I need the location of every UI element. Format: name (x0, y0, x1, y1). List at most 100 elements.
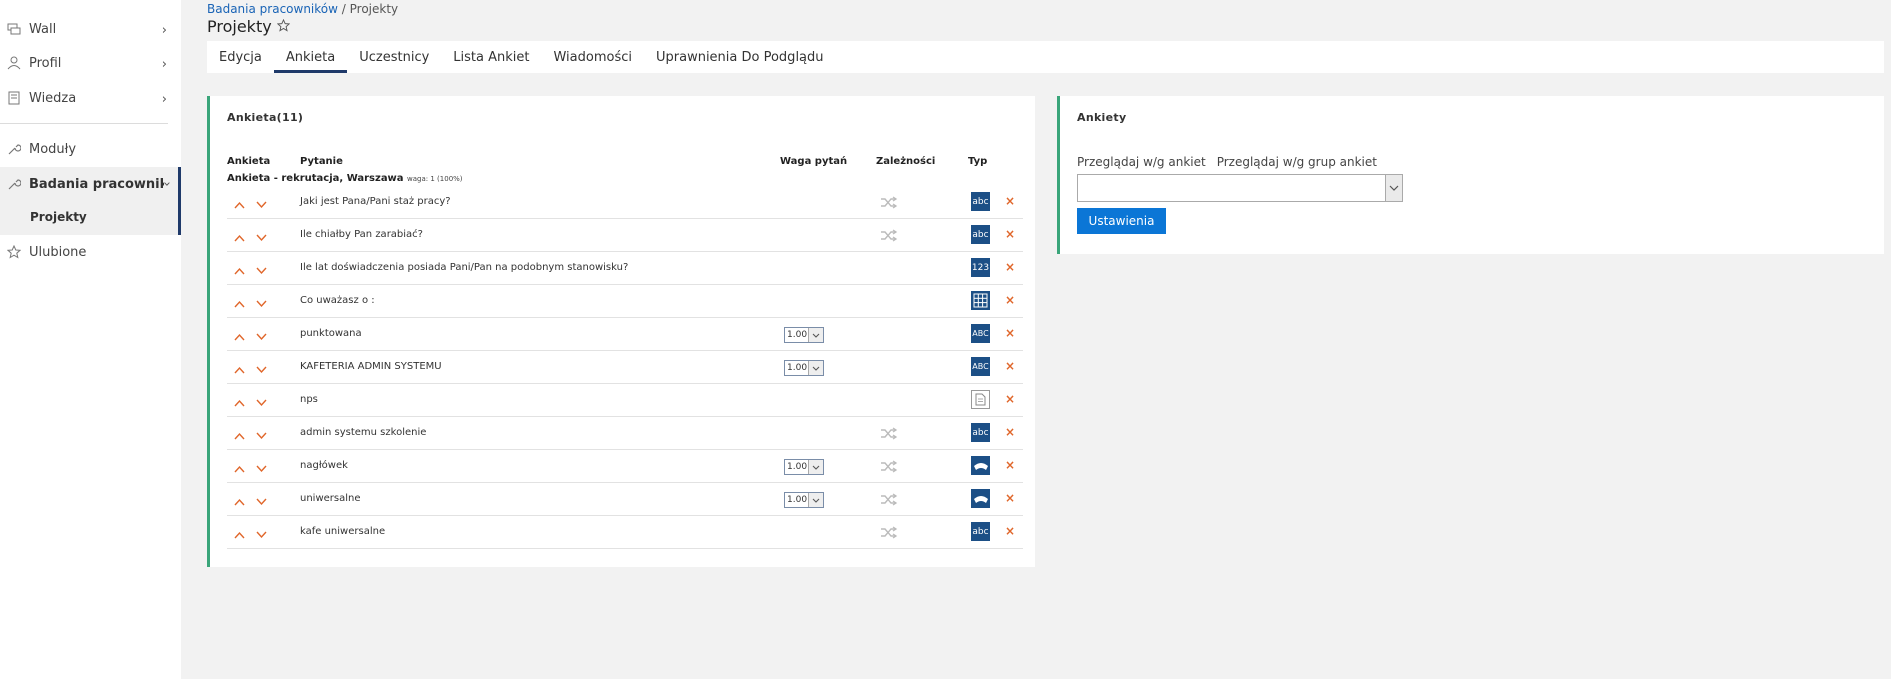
sidebar-item-wiedza[interactable]: Wiedza › (0, 81, 181, 115)
page-title-text: Projekty (207, 17, 272, 36)
delete-icon[interactable]: × (1005, 227, 1015, 241)
tab-uprawnienia[interactable]: Uprawnienia Do Podglądu (644, 41, 836, 73)
dependencies-shuffle-icon[interactable] (880, 524, 898, 543)
breadcrumb-link[interactable]: Badania pracowników (207, 2, 338, 16)
sidebar-item-label: Badania pracowników (29, 176, 164, 192)
weight-select[interactable]: 1.00 (784, 360, 824, 376)
move-up-icon[interactable] (234, 227, 245, 246)
move-up-icon[interactable] (234, 326, 245, 345)
sidebar-item-wall[interactable]: Wall › (0, 12, 181, 46)
delete-icon[interactable]: × (1005, 194, 1015, 208)
chevron-right-icon: › (161, 23, 167, 38)
move-down-icon[interactable] (256, 359, 267, 378)
column-header-type: Typ (968, 156, 988, 167)
delete-icon[interactable]: × (1005, 260, 1015, 274)
delete-icon[interactable]: × (1005, 491, 1015, 505)
sidebar-item-badania[interactable]: Badania pracowników › (0, 167, 181, 201)
table-row: Jaki jest Pana/Pani staż pracy? abc × (227, 186, 1023, 219)
move-up-icon[interactable] (234, 194, 245, 213)
move-up-icon[interactable] (234, 524, 245, 543)
survey-panel: Ankieta(11) Ankieta Pytanie Waga pytań Z… (207, 96, 1035, 567)
table-row: Ile chiałby Pan zarabiać? abc × (227, 219, 1023, 252)
dependencies-shuffle-icon[interactable] (880, 425, 898, 444)
question-text: nps (300, 394, 318, 405)
move-up-icon[interactable] (234, 392, 245, 411)
column-header-survey: Ankieta (227, 156, 271, 167)
move-down-icon[interactable] (256, 425, 267, 444)
move-up-icon[interactable] (234, 260, 245, 279)
delete-icon[interactable]: × (1005, 326, 1015, 340)
tab-ankieta[interactable]: Ankieta (273, 41, 348, 73)
move-up-icon[interactable] (234, 359, 245, 378)
chevron-right-icon: › (161, 57, 167, 72)
move-down-icon[interactable] (256, 194, 267, 213)
sidebar-item-label: Moduły (29, 141, 77, 157)
chevron-down-icon[interactable] (1385, 175, 1402, 201)
move-up-icon[interactable] (234, 425, 245, 444)
type-scale-icon (971, 456, 990, 475)
sidebar-item-ulubione[interactable]: Ulubione (0, 235, 181, 269)
browse-by-group-link[interactable]: Przeglądaj w/g grup ankiet (1217, 155, 1377, 169)
weight-select[interactable]: 1.00 (784, 459, 824, 475)
dependencies-shuffle-icon[interactable] (880, 491, 898, 510)
move-down-icon[interactable] (256, 524, 267, 543)
weight-value: 1.00 (787, 495, 808, 505)
breadcrumb: Badania pracowników / Projekty (207, 2, 398, 16)
question-text: Ile chiałby Pan zarabiać? (300, 229, 423, 240)
weight-value: 1.00 (787, 330, 808, 340)
sidebar-item-moduly[interactable]: Moduły (0, 132, 181, 166)
survey-select[interactable] (1077, 174, 1403, 202)
chevron-down-icon (808, 328, 823, 342)
sidebar-subitem-projekty[interactable]: Projekty (30, 210, 87, 224)
tab-uczestnicy[interactable]: Uczestnicy (347, 41, 441, 73)
sidebar-item-profil[interactable]: Profil › (0, 46, 181, 80)
tab-wiadomosci[interactable]: Wiadomości (541, 41, 644, 73)
sidebar-divider (0, 123, 168, 124)
sidebar-item-label: Wiedza (29, 90, 77, 106)
table-row: Co uważasz o : × (227, 285, 1023, 318)
delete-icon[interactable]: × (1005, 293, 1015, 307)
move-up-icon[interactable] (234, 293, 245, 312)
column-header-question: Pytanie (300, 156, 343, 167)
survey-group-title: Ankieta - rekrutacja, Warszawa waga: 1 (… (227, 173, 463, 184)
table-row: nps × (227, 384, 1023, 417)
move-down-icon[interactable] (256, 392, 267, 411)
delete-icon[interactable]: × (1005, 425, 1015, 439)
chevron-down-icon (808, 361, 823, 375)
table-row: kafe uniwersalne abc × (227, 516, 1023, 549)
wrench-icon (6, 176, 22, 192)
move-down-icon[interactable] (256, 227, 267, 246)
move-down-icon[interactable] (256, 458, 267, 477)
move-down-icon[interactable] (256, 260, 267, 279)
move-down-icon[interactable] (256, 293, 267, 312)
favorite-star-icon[interactable] (276, 17, 290, 36)
question-text: Jaki jest Pana/Pani staż pracy? (300, 196, 451, 207)
tab-lista-ankiet[interactable]: Lista Ankiet (441, 41, 541, 73)
tab-edycja[interactable]: Edycja (207, 41, 274, 73)
dependencies-shuffle-icon[interactable] (880, 194, 898, 213)
delete-icon[interactable]: × (1005, 359, 1015, 373)
delete-icon[interactable]: × (1005, 392, 1015, 406)
sidebar-item-label: Ulubione (29, 244, 87, 260)
weight-select[interactable]: 1.00 (784, 492, 824, 508)
question-text: admin systemu szkolenie (300, 427, 427, 438)
delete-icon[interactable]: × (1005, 458, 1015, 472)
delete-icon[interactable]: × (1005, 524, 1015, 538)
type-document-icon (971, 390, 990, 409)
move-down-icon[interactable] (256, 326, 267, 345)
dependencies-shuffle-icon[interactable] (880, 458, 898, 477)
browse-by-survey-link[interactable]: Przeglądaj w/g ankiet (1077, 155, 1206, 169)
weight-select[interactable]: 1.00 (784, 327, 824, 343)
move-up-icon[interactable] (234, 458, 245, 477)
move-down-icon[interactable] (256, 491, 267, 510)
survey-group-weight: waga: 1 (100%) (407, 175, 463, 183)
dependencies-shuffle-icon[interactable] (880, 227, 898, 246)
settings-button[interactable]: Ustawienia (1077, 208, 1166, 234)
table-row: Ile lat doświadczenia posiada Pani/Pan n… (227, 252, 1023, 285)
move-up-icon[interactable] (234, 491, 245, 510)
surveys-panel: Ankiety Przeglądaj w/g ankiet Przeglądaj… (1057, 96, 1884, 254)
table-row: punktowana 1.00 ABC × (227, 318, 1023, 351)
tabs-bar: Edycja Ankieta Uczestnicy Lista Ankiet W… (207, 41, 1884, 73)
column-header-deps: Zależności (876, 156, 936, 167)
chevron-right-icon: › (161, 92, 167, 107)
